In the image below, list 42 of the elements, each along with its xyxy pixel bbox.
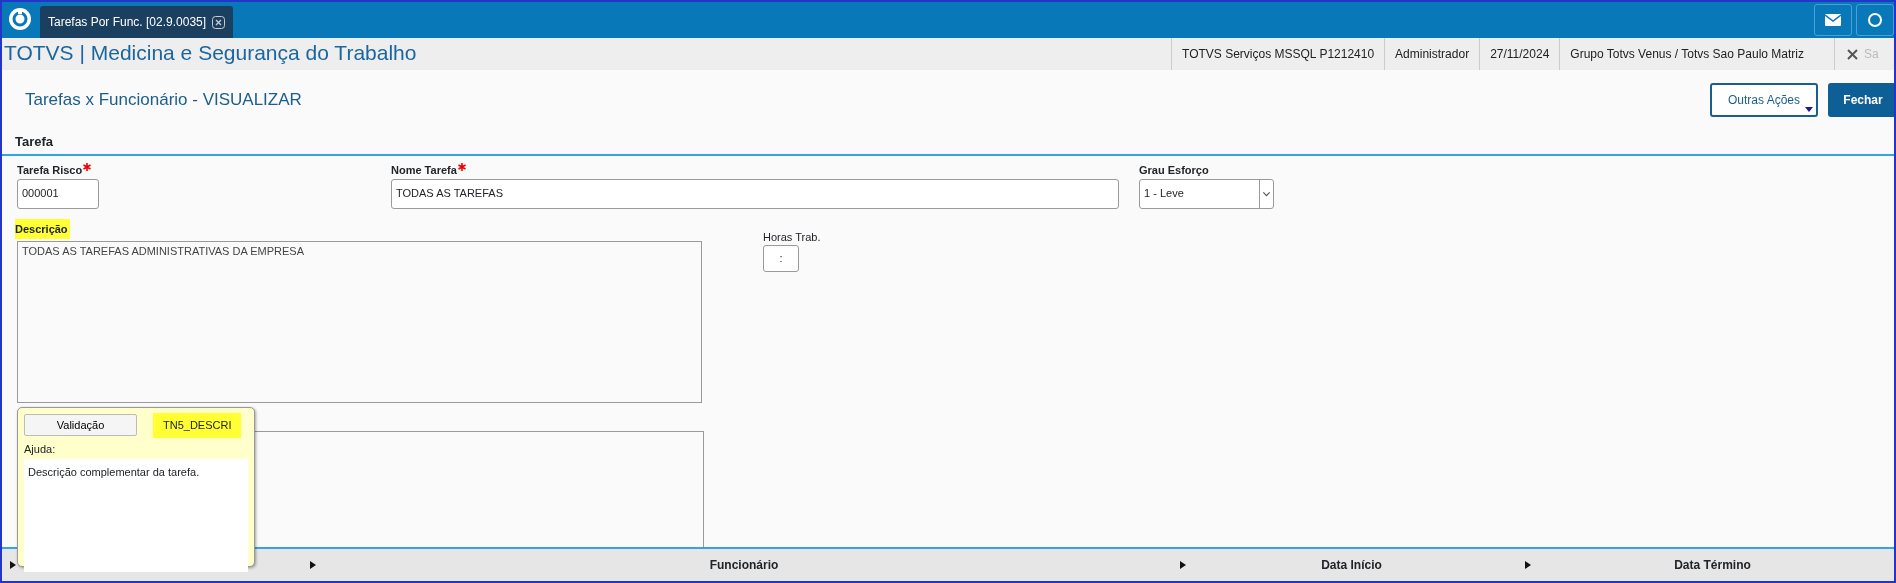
window-tab[interactable]: Tarefas Por Func. [02.9.0035] xyxy=(40,6,234,38)
text-field[interactable]: : xyxy=(763,244,799,272)
field-label: Descrição xyxy=(15,218,70,239)
field-label: Tarefa Risco xyxy=(17,163,92,177)
select-field[interactable]: 1 - Leve xyxy=(1139,178,1274,209)
text-field[interactable]: 000001 xyxy=(17,178,99,209)
caret-icon xyxy=(1805,107,1813,112)
sort-arrow-icon[interactable] xyxy=(1525,561,1531,569)
circle-icon xyxy=(1867,12,1883,28)
text-area[interactable]: TODAS AS TAREFAS ADMINISTRATIVAS DA EMPRESA xyxy=(17,240,702,403)
close-button[interactable]: Fechar xyxy=(1828,83,1894,117)
required-icon xyxy=(83,162,92,171)
field-label: Nome Tarefa xyxy=(391,163,466,177)
info-label: Administrador xyxy=(1384,38,1480,70)
section-title: Tarefa xyxy=(2,130,1894,156)
field-label: Grau Esforço xyxy=(1139,163,1209,177)
chevron-icon xyxy=(1259,178,1273,209)
column-header[interactable]: Data Término xyxy=(1531,556,1894,574)
info-label: 27/11/2024 xyxy=(1479,38,1560,70)
field-label: Horas Trab. xyxy=(763,230,821,244)
sort-arrow-icon[interactable] xyxy=(1180,561,1186,569)
sort-arrow-icon[interactable] xyxy=(310,561,316,569)
logo-icon[interactable] xyxy=(8,7,32,31)
close-icon xyxy=(1847,48,1858,60)
page-title: Tarefas x Funcionário - VISUALIZAR xyxy=(25,89,302,112)
column-header[interactable]: Funcionário xyxy=(316,556,1172,574)
app-title: TOTVS | Medicina e Segurança do Trabalho xyxy=(3,40,417,66)
toolbar-button[interactable] xyxy=(1856,4,1894,36)
info-label: TOTVS Serviços MSSQL P1212410 xyxy=(1171,38,1385,70)
actions-dropdown[interactable]: Outras Ações xyxy=(1710,83,1818,117)
help-label: Ajuda: xyxy=(24,441,57,457)
help-text: Descrição complementar da tarefa. xyxy=(28,466,200,478)
sort-arrow-icon[interactable] xyxy=(10,561,16,569)
info-label: Grupo Totvs Venus / Totvs Sao Paulo Matriz xyxy=(1559,38,1814,70)
column-header[interactable]: Data Início xyxy=(1186,556,1517,574)
required-icon xyxy=(457,162,466,171)
text-field[interactable]: TODAS AS TAREFAS xyxy=(391,178,1119,209)
mail-icon xyxy=(1825,14,1841,26)
close-icon[interactable] xyxy=(212,15,226,29)
validation-button[interactable]: Validação xyxy=(24,414,137,437)
field-id: TN5_DESCRI xyxy=(153,413,242,438)
mail-button[interactable] xyxy=(1814,4,1852,36)
